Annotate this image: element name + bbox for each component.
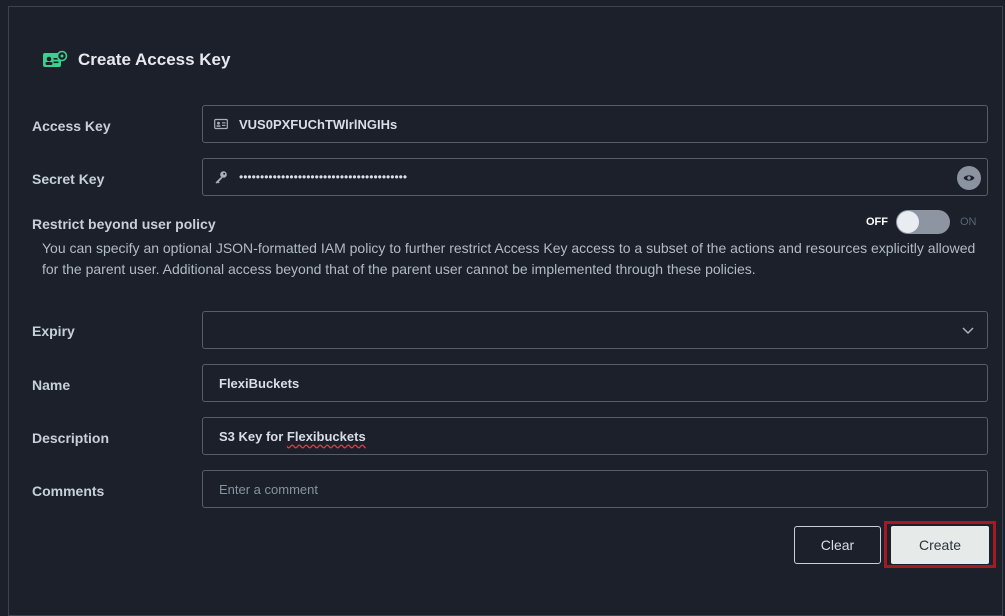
restrict-policy-toggle[interactable]: OFF ON <box>866 210 977 234</box>
description-misspelled-word: Flexibuckets <box>286 428 366 444</box>
chevron-down-icon <box>961 323 975 342</box>
comments-placeholder: Enter a comment <box>219 481 318 497</box>
toggle-on-label: ON <box>960 216 977 228</box>
comments-input[interactable]: Enter a comment <box>202 470 988 508</box>
expiry-label: Expiry <box>32 323 75 339</box>
eye-icon[interactable] <box>957 166 981 190</box>
access-key-icon <box>42 50 68 70</box>
key-icon <box>213 170 229 184</box>
toggle-switch[interactable] <box>896 210 950 234</box>
description-value: S3 Key for Flexibuckets <box>219 429 366 444</box>
secret-key-value: •••••••••••••••••••••••••••••••••••••••• <box>239 170 408 184</box>
name-value: FlexiBuckets <box>219 375 300 391</box>
description-label: Description <box>32 430 110 446</box>
secret-key-label: Secret Key <box>32 171 105 187</box>
clear-button[interactable]: Clear <box>794 526 881 564</box>
toggle-knob <box>897 211 919 233</box>
access-key-field[interactable]: VUS0PXFUChTWlrlNGIHs <box>202 105 988 143</box>
create-button[interactable]: Create <box>891 525 989 564</box>
expiry-select[interactable] <box>202 311 988 349</box>
restrict-policy-label: Restrict beyond user policy <box>32 216 216 232</box>
access-key-label: Access Key <box>32 118 111 134</box>
page-title: Create Access Key <box>78 50 231 69</box>
id-card-icon <box>213 118 229 130</box>
name-input[interactable]: FlexiBuckets <box>202 364 988 402</box>
toggle-off-label: OFF <box>866 216 888 228</box>
name-label: Name <box>32 377 71 393</box>
access-key-value: VUS0PXFUChTWlrlNGIHs <box>239 116 398 132</box>
description-input[interactable]: S3 Key for Flexibuckets <box>202 417 988 455</box>
create-button-highlight: Create <box>884 521 996 568</box>
description-prefix: S3 Key for <box>219 428 287 444</box>
comments-label: Comments <box>32 483 105 499</box>
panel-header: Create Access Key <box>42 50 230 70</box>
restrict-policy-description: You can specify an optional JSON-formatt… <box>42 240 976 277</box>
secret-key-field[interactable]: •••••••••••••••••••••••••••••••••••••••• <box>202 158 988 196</box>
